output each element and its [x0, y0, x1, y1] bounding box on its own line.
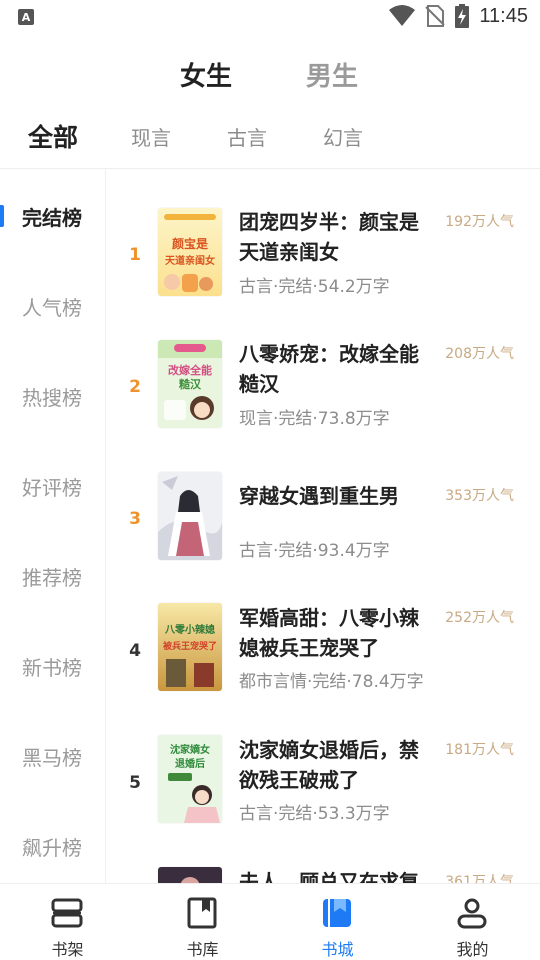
list-item[interactable]: 夫人，顾总又在求复 361万人气 — [107, 867, 540, 883]
profile-icon — [457, 898, 487, 929]
nav-label: 书架 — [51, 940, 84, 959]
clock: 11:45 — [479, 4, 528, 27]
list-item[interactable]: 1 颜宝是 天道亲闺女 团宠四岁半：颜宝是天道亲闺女 古言·完结·54.2万字 … — [107, 207, 540, 339]
list-item[interactable]: 2 改嫁全能 糙汉 八零娇宠：改嫁全能糙汉 现言·完结·73.8万字 208万人… — [107, 339, 540, 471]
book-title[interactable]: 军婚高甜：八零小辣媳被兵王宠哭了 — [239, 603, 437, 663]
nav-library[interactable]: 书库 — [135, 884, 270, 960]
book-title[interactable]: 穿越女遇到重生男 — [239, 481, 437, 511]
gender-tabs: 女生 男生 — [0, 56, 540, 100]
popularity-count: 353万人气 — [445, 488, 514, 504]
svg-text:改嫁全能: 改嫁全能 — [168, 363, 212, 377]
svg-text:颜宝是: 颜宝是 — [172, 236, 209, 251]
app-notification-icon: A — [18, 9, 34, 25]
book-title[interactable]: 夫人，顾总又在求复 — [239, 867, 437, 883]
book-cover[interactable]: 改嫁全能 糙汉 — [158, 340, 222, 428]
popularity-count: 252万人气 — [445, 610, 514, 626]
tab-male[interactable]: 男生 — [306, 56, 358, 93]
ranking-list: 1 颜宝是 天道亲闺女 团宠四岁半：颜宝是天道亲闺女 古言·完结·54.2万字 … — [107, 169, 540, 883]
battery-charging-icon — [455, 4, 470, 28]
nav-bookshelf[interactable]: 书架 — [0, 884, 135, 960]
tab-all[interactable]: 全部 — [28, 118, 78, 154]
list-item[interactable]: 3 穿越女遇到重生男 古言·完结·93.4万字 353万人气 — [107, 471, 540, 603]
sidebar-item-hot-search[interactable]: 热搜榜 — [0, 366, 105, 426]
book-meta: 都市言情·完结·78.4万字 — [239, 672, 424, 692]
library-icon — [187, 897, 217, 929]
nav-label: 书城 — [321, 940, 354, 959]
book-title[interactable]: 团宠四岁半：颜宝是天道亲闺女 — [239, 207, 437, 267]
cover-art — [158, 867, 222, 883]
sidebar-item-rising[interactable]: 飙升榜 — [0, 816, 105, 876]
tab-modern-romance[interactable]: 现言 — [131, 122, 171, 151]
nav-label: 书库 — [186, 940, 219, 959]
notification-area: A — [18, 9, 34, 25]
rank-number: 5 — [129, 773, 141, 793]
ranking-sidebar: 完结榜 人气榜 热搜榜 好评榜 推荐榜 新书榜 黑马榜 飙升榜 — [0, 169, 106, 883]
cover-art — [158, 472, 222, 560]
sidebar-item-dark-horse[interactable]: 黑马榜 — [0, 726, 105, 786]
nav-profile[interactable]: 我的 — [405, 884, 540, 960]
book-title[interactable]: 沈家嫡女退婚后，禁欲残王破戒了 — [239, 735, 437, 795]
rank-number: 3 — [129, 509, 141, 529]
tab-fantasy-romance[interactable]: 幻言 — [323, 122, 363, 151]
sidebar-item-new-books[interactable]: 新书榜 — [0, 636, 105, 696]
popularity-count: 208万人气 — [445, 346, 514, 362]
popularity-count: 361万人气 — [445, 874, 514, 883]
tab-female[interactable]: 女生 — [180, 56, 232, 93]
bottom-navigation: 书架 书库 书城 我的 — [0, 883, 540, 960]
book-cover[interactable] — [158, 472, 222, 560]
svg-text:八零小辣媳: 八零小辣媳 — [164, 623, 215, 636]
svg-text:沈家嫡女: 沈家嫡女 — [170, 743, 210, 756]
svg-text:天道亲闺女: 天道亲闺女 — [165, 254, 215, 267]
book-title[interactable]: 八零娇宠：改嫁全能糙汉 — [239, 339, 437, 399]
bookshelf-icon — [51, 898, 83, 928]
svg-text:退婚后: 退婚后 — [175, 757, 205, 770]
rank-number: 1 — [129, 245, 141, 265]
book-meta: 古言·完结·93.4万字 — [239, 541, 390, 561]
bookstore-icon — [323, 899, 351, 927]
book-meta: 古言·完结·54.2万字 — [239, 277, 390, 297]
book-cover[interactable] — [158, 867, 222, 883]
cover-art: 改嫁全能 糙汉 — [158, 340, 222, 428]
cover-art: 颜宝是 天道亲闺女 — [158, 208, 222, 296]
list-item[interactable]: 4 八零小辣媳 被兵王宠哭了 军婚高甜：八零小辣媳被兵王宠哭了 都市言情·完结·… — [107, 603, 540, 735]
wifi-icon — [389, 5, 416, 26]
rank-number: 2 — [129, 377, 141, 397]
cover-art: 沈家嫡女 退婚后 — [158, 735, 222, 823]
list-item[interactable]: 5 沈家嫡女 退婚后 沈家嫡女退婚后，禁欲残王破戒了 古言·完结·53.3万字 … — [107, 735, 540, 867]
sidebar-item-top-rated[interactable]: 好评榜 — [0, 456, 105, 516]
book-meta: 现言·完结·73.8万字 — [239, 409, 390, 429]
no-sim-icon — [425, 5, 446, 27]
sidebar-item-popular[interactable]: 人气榜 — [0, 276, 105, 336]
status-bar: A 11:45 — [0, 0, 540, 36]
svg-text:被兵王宠哭了: 被兵王宠哭了 — [163, 640, 217, 652]
tab-ancient-romance[interactable]: 古言 — [227, 122, 267, 151]
status-icons: 11:45 — [389, 4, 528, 28]
cover-art: 八零小辣媳 被兵王宠哭了 — [158, 603, 222, 691]
sidebar-item-recommended[interactable]: 推荐榜 — [0, 546, 105, 606]
category-tabs: 全部 现言 古言 幻言 — [0, 118, 540, 158]
book-cover[interactable]: 沈家嫡女 退婚后 — [158, 735, 222, 823]
popularity-count: 181万人气 — [445, 742, 514, 758]
svg-text:糙汉: 糙汉 — [179, 377, 202, 391]
book-cover[interactable]: 八零小辣媳 被兵王宠哭了 — [158, 603, 222, 691]
rank-number: 4 — [129, 641, 141, 661]
popularity-count: 192万人气 — [445, 214, 514, 230]
book-meta: 古言·完结·53.3万字 — [239, 804, 390, 824]
sidebar-item-completed[interactable]: 完结榜 — [0, 186, 105, 246]
nav-bookstore[interactable]: 书城 — [270, 884, 405, 960]
nav-label: 我的 — [456, 940, 489, 959]
book-cover[interactable]: 颜宝是 天道亲闺女 — [158, 208, 222, 296]
